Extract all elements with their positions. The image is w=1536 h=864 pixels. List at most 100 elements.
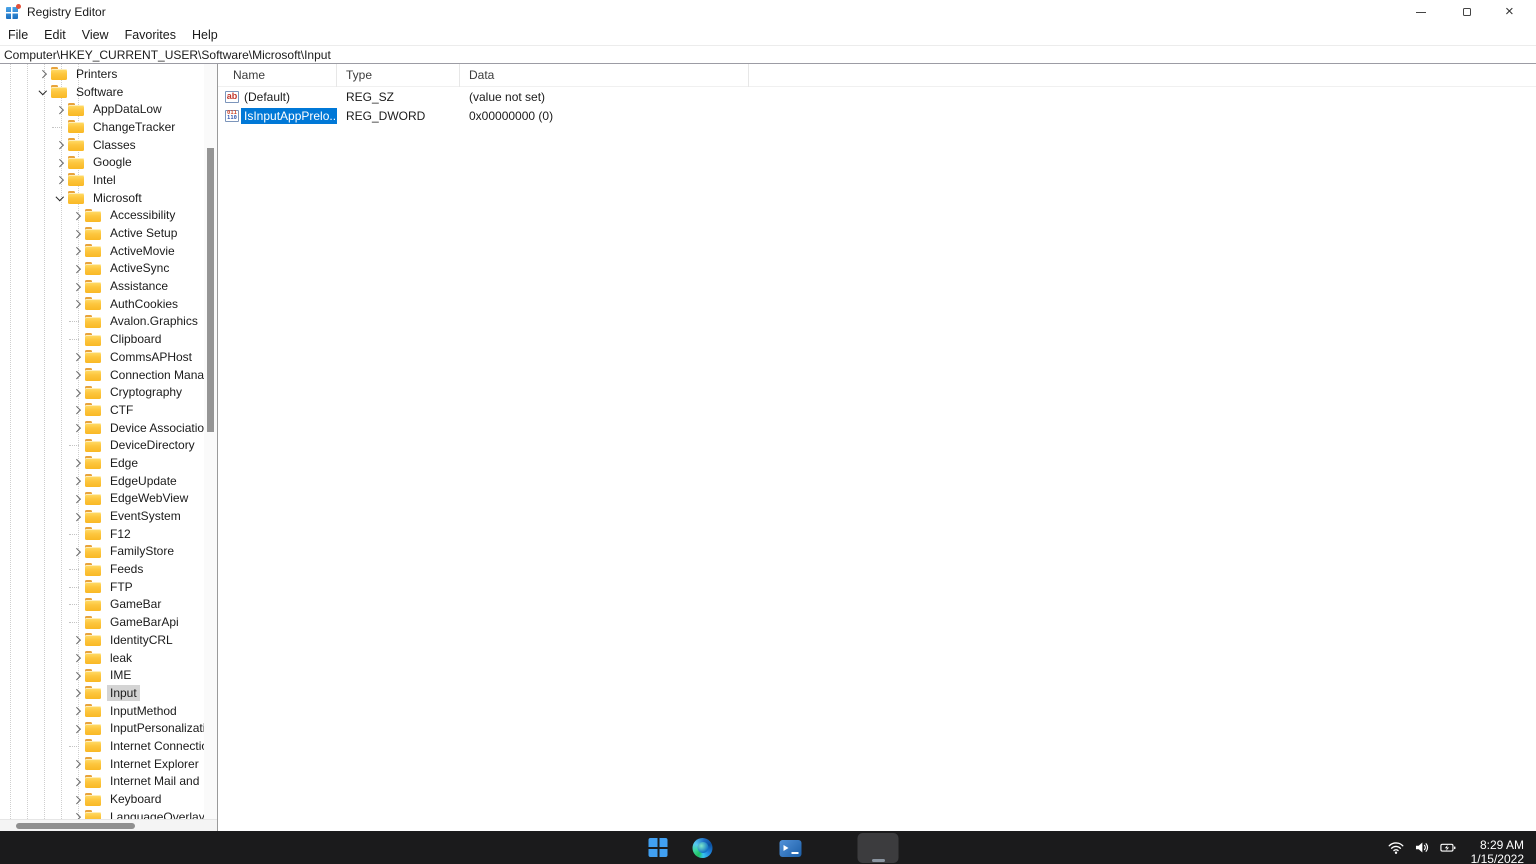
tree-item-intel[interactable]: Intel — [0, 171, 204, 189]
tree-item-cryptography[interactable]: Cryptography — [0, 383, 204, 401]
menu-item-view[interactable]: View — [82, 28, 109, 42]
tree-item-internet-explorer[interactable]: Internet Explorer — [0, 755, 204, 773]
chevron-right-icon[interactable] — [71, 808, 85, 819]
chevron-right-icon[interactable] — [71, 242, 85, 259]
taskbar-power-app-button[interactable] — [814, 833, 855, 863]
chevron-right-icon[interactable] — [71, 472, 85, 489]
chevron-right-icon[interactable] — [71, 454, 85, 471]
taskbar-clock[interactable]: 8:29 AM 1/15/2022 — [1471, 838, 1524, 864]
tree-item-printers[interactable]: Printers — [0, 65, 204, 83]
tree-item-keyboard[interactable]: Keyboard — [0, 790, 204, 808]
menu-item-edit[interactable]: Edit — [44, 28, 66, 42]
chevron-down-icon[interactable] — [54, 189, 68, 206]
tree-item-gamebar[interactable]: GameBar — [0, 596, 204, 614]
tree-item-microsoft[interactable]: Microsoft — [0, 189, 204, 207]
tree-item-ime[interactable]: IME — [0, 666, 204, 684]
chevron-right-icon[interactable] — [71, 773, 85, 790]
chevron-right-icon[interactable] — [71, 490, 85, 507]
tree-item-connection-mana[interactable]: Connection Mana — [0, 366, 204, 384]
chevron-right-icon[interactable] — [54, 101, 68, 118]
tree-item-commsaphost[interactable]: CommsAPHost — [0, 348, 204, 366]
tree-item-active-setup[interactable]: Active Setup — [0, 224, 204, 242]
chevron-right-icon[interactable] — [71, 684, 85, 701]
chevron-right-icon[interactable] — [71, 508, 85, 525]
menu-item-help[interactable]: Help — [192, 28, 218, 42]
tree-item-device-associatio[interactable]: Device Associatio — [0, 419, 204, 437]
chevron-right-icon[interactable] — [71, 401, 85, 418]
volume-icon[interactable] — [1413, 839, 1431, 856]
tree-vertical-scrollbar-thumb[interactable] — [207, 148, 214, 432]
tree-item-familystore[interactable]: FamilyStore — [0, 543, 204, 561]
tree-item-avalon-graphics[interactable]: Avalon.Graphics — [0, 313, 204, 331]
menu-item-favorites[interactable]: Favorites — [125, 28, 176, 42]
tree-item-activesync[interactable]: ActiveSync — [0, 260, 204, 278]
chevron-right-icon[interactable] — [71, 649, 85, 666]
tree-item-devicedirectory[interactable]: DeviceDirectory — [0, 436, 204, 454]
tree-item-edgeupdate[interactable]: EdgeUpdate — [0, 472, 204, 490]
tree-item-clipboard[interactable]: Clipboard — [0, 330, 204, 348]
chevron-down-icon[interactable] — [37, 83, 51, 100]
chevron-right-icon[interactable] — [71, 348, 85, 365]
chevron-right-icon[interactable] — [71, 207, 85, 224]
tree-item-f12[interactable]: F12 — [0, 525, 204, 543]
menu-item-file[interactable]: File — [8, 28, 28, 42]
chevron-right-icon[interactable] — [54, 154, 68, 171]
tree-item-internet-connectio[interactable]: Internet Connectio — [0, 737, 204, 755]
tree-item-feeds[interactable]: Feeds — [0, 560, 204, 578]
tree-item-languageoverlay[interactable]: LanguageOverlay — [0, 808, 204, 819]
column-header-type[interactable]: Type — [337, 64, 460, 87]
tree-horizontal-scrollbar[interactable] — [0, 819, 217, 831]
taskbar-powershell-button[interactable] — [770, 833, 811, 863]
tree-item-gamebarapi[interactable]: GameBarApi — [0, 613, 204, 631]
tree-item-internet-mail-and[interactable]: Internet Mail and — [0, 773, 204, 791]
tree-item-authcookies[interactable]: AuthCookies — [0, 295, 204, 313]
chevron-right-icon[interactable] — [71, 720, 85, 737]
battery-icon[interactable] — [1439, 839, 1457, 856]
chevron-right-icon[interactable] — [71, 702, 85, 719]
chevron-right-icon[interactable] — [71, 278, 85, 295]
address-bar[interactable]: Computer\HKEY_CURRENT_USER\Software\Micr… — [0, 45, 1536, 64]
tree-item-ftp[interactable]: FTP — [0, 578, 204, 596]
registry-value-row-default[interactable]: (Default)REG_SZ(value not set) — [218, 87, 1536, 107]
tree-item-input[interactable]: Input — [0, 684, 204, 702]
tree-item-eventsystem[interactable]: EventSystem — [0, 507, 204, 525]
chevron-right-icon[interactable] — [54, 136, 68, 153]
tree-item-identitycrl[interactable]: IdentityCRL — [0, 631, 204, 649]
restore-button[interactable] — [1444, 0, 1490, 24]
minimize-button[interactable] — [1398, 0, 1444, 24]
chevron-right-icon[interactable] — [71, 225, 85, 242]
tree-item-inputpersonalizati[interactable]: InputPersonalizati — [0, 719, 204, 737]
chevron-right-icon[interactable] — [71, 384, 85, 401]
chevron-right-icon[interactable] — [71, 755, 85, 772]
tree-item-accessibility[interactable]: Accessibility — [0, 207, 204, 225]
tree-item-classes[interactable]: Classes — [0, 136, 204, 154]
taskbar-registry-editor-button[interactable] — [858, 833, 899, 863]
tree-item-inputmethod[interactable]: InputMethod — [0, 702, 204, 720]
taskbar-start-button[interactable] — [638, 833, 679, 863]
chevron-right-icon[interactable] — [71, 366, 85, 383]
title-bar[interactable]: Registry Editor × — [0, 0, 1536, 24]
chevron-right-icon[interactable] — [54, 171, 68, 188]
close-button[interactable]: × — [1490, 0, 1536, 24]
wifi-icon[interactable] — [1387, 839, 1405, 856]
tree-item-activemovie[interactable]: ActiveMovie — [0, 242, 204, 260]
tree-item-software[interactable]: Software — [0, 83, 204, 101]
chevron-right-icon[interactable] — [71, 295, 85, 312]
column-header-name[interactable]: Name — [218, 64, 337, 87]
tree-item-google[interactable]: Google — [0, 153, 204, 171]
taskbar-edge-button[interactable] — [682, 833, 723, 863]
tree-item-changetracker[interactable]: ChangeTracker — [0, 118, 204, 136]
chevron-right-icon[interactable] — [37, 65, 51, 82]
chevron-right-icon[interactable] — [71, 791, 85, 808]
tree-item-ctf[interactable]: CTF — [0, 401, 204, 419]
chevron-right-icon[interactable] — [71, 667, 85, 684]
tree-item-edge[interactable]: Edge — [0, 454, 204, 472]
chevron-right-icon[interactable] — [71, 543, 85, 560]
column-header-filler[interactable] — [749, 64, 1536, 87]
tree-item-edgewebview[interactable]: EdgeWebView — [0, 490, 204, 508]
tree-item-leak[interactable]: leak — [0, 649, 204, 667]
chevron-right-icon[interactable] — [71, 631, 85, 648]
tree-horizontal-scrollbar-thumb[interactable] — [16, 823, 135, 829]
column-header-data[interactable]: Data — [460, 64, 749, 87]
chevron-right-icon[interactable] — [71, 260, 85, 277]
